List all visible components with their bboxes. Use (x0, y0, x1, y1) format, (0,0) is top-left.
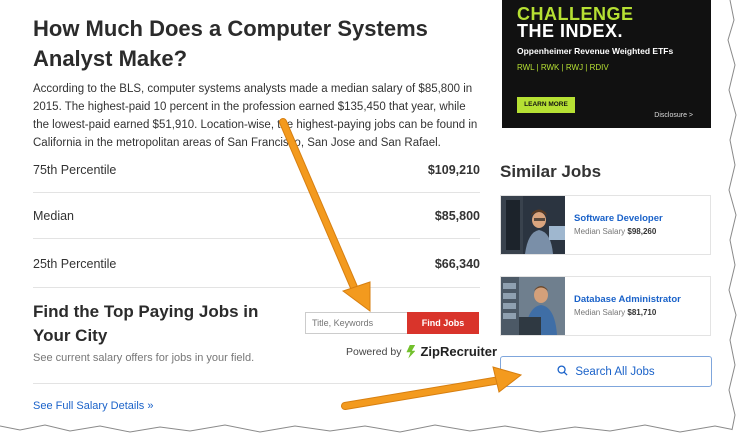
full-salary-details-link[interactable]: See Full Salary Details » (33, 400, 153, 412)
percentile-value: $109,210 (427, 162, 480, 177)
powered-by: Powered by ZipRecruiter (346, 344, 497, 359)
find-jobs-button[interactable]: Find Jobs (407, 312, 479, 334)
ziprecruiter-logo-icon (406, 344, 416, 359)
ad-subtitle: Oppenheimer Revenue Weighted ETFs (517, 46, 674, 56)
intro-paragraph: According to the BLS, computer systems a… (33, 83, 478, 149)
page-title: How Much Does a Computer Systems Analyst… (33, 16, 428, 71)
find-jobs-title: Find the Top Paying Jobs in Your City (33, 302, 259, 345)
similar-job-salary: Median Salary $98,260 (574, 227, 656, 236)
ad-learn-more-button[interactable]: LEARN MORE (517, 97, 575, 113)
divider (33, 287, 480, 288)
percentile-row-25: 25th Percentile $66,340 (33, 241, 480, 287)
percentile-label: 75th Percentile (33, 162, 117, 177)
job-search-input[interactable] (305, 312, 407, 334)
similar-job-salary: Median Salary $81,710 (574, 308, 656, 317)
salary-value: $81,710 (627, 308, 657, 317)
powered-by-label: Powered by (346, 345, 402, 358)
ad-tickers: RWL | RWK | RWJ | RDIV (517, 63, 609, 72)
job-photo (501, 277, 565, 335)
job-photo (501, 196, 565, 254)
salary-label: Median Salary (574, 227, 626, 236)
similar-job-name[interactable]: Database Administrator (574, 294, 681, 305)
ad-banner[interactable]: CHALLENGE THE INDEX. Oppenheimer Revenue… (502, 0, 711, 128)
salary-label: Median Salary (574, 308, 626, 317)
arrow-to-search-all-icon (341, 366, 523, 410)
similar-job-card[interactable]: Database Administrator Median Salary $81… (500, 276, 711, 336)
similar-job-name[interactable]: Software Developer (574, 213, 663, 224)
percentile-row-75: 75th Percentile $109,210 (33, 147, 480, 193)
find-jobs-subtitle: See current salary offers for jobs in yo… (33, 352, 255, 364)
ad-disclosure-link[interactable]: Disclosure > (654, 112, 693, 119)
ad-headline-2: THE INDEX. (517, 21, 624, 41)
search-all-jobs-label: Search All Jobs (575, 365, 655, 378)
divider (33, 383, 480, 384)
percentile-row-median: Median $85,800 (33, 193, 480, 239)
similar-jobs-title: Similar Jobs (500, 162, 602, 181)
search-all-jobs-button[interactable]: Search All Jobs (500, 356, 712, 387)
similar-job-card[interactable]: Software Developer Median Salary $98,260 (500, 195, 711, 255)
percentile-label: Median (33, 208, 74, 223)
percentile-label: 25th Percentile (33, 257, 117, 271)
ziprecruiter-brand: ZipRecruiter (420, 344, 498, 359)
search-icon (557, 364, 568, 379)
percentile-value: $66,340 (434, 257, 480, 271)
percentile-value: $85,800 (434, 208, 480, 223)
salary-value: $98,260 (627, 227, 657, 236)
